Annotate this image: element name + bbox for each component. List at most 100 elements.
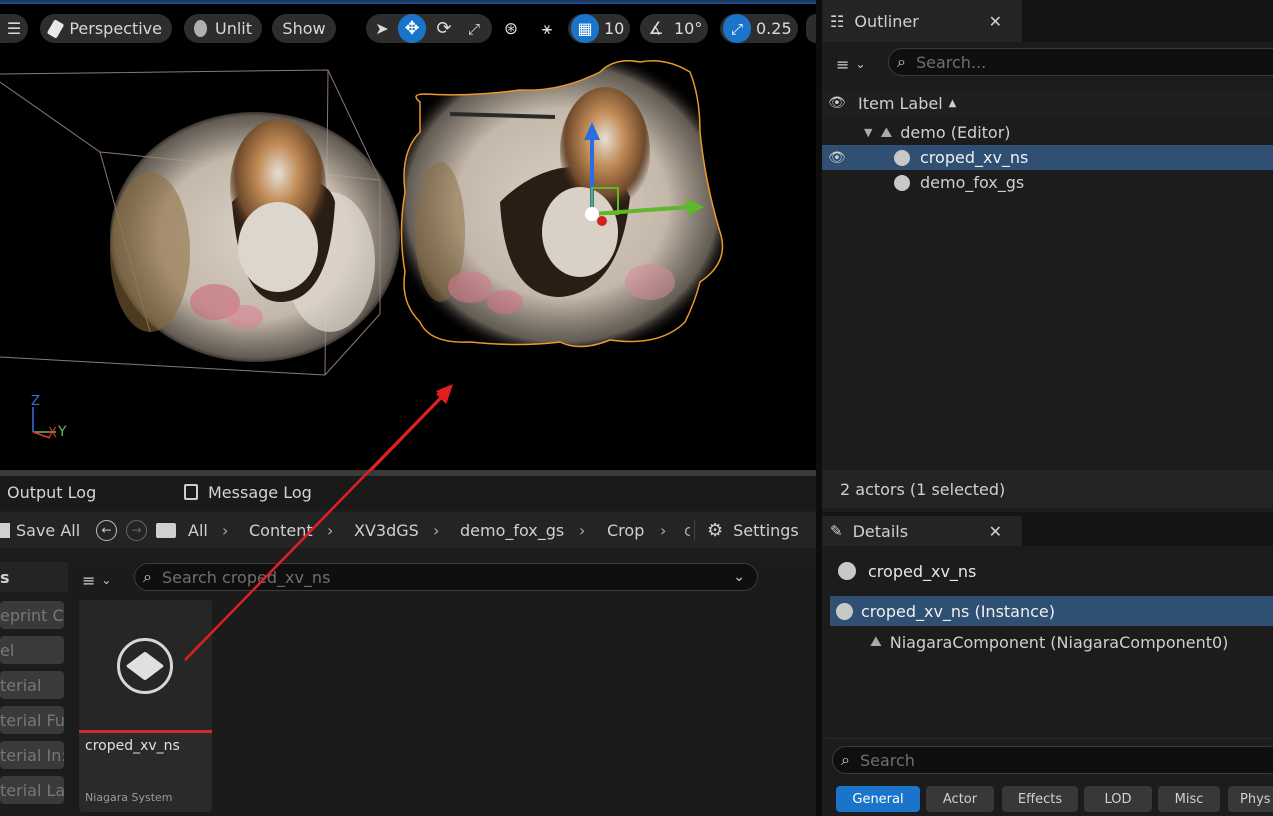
filter-material-function[interactable]: terial Fu	[0, 706, 64, 734]
settings-button[interactable]: ⚙ Settings	[707, 512, 799, 548]
component-child-label: NiagaraComponent (NiagaraComponent0)	[889, 632, 1229, 652]
outliner-column-header: 👁 Item Label ▲	[822, 90, 1273, 116]
save-all-label: Save All	[16, 520, 81, 540]
filter-tab-effects[interactable]: Effects	[1002, 786, 1078, 812]
camera-speed-button[interactable]	[806, 14, 816, 43]
browse-folders-button[interactable]	[156, 512, 176, 548]
asset-thumbnail	[79, 600, 212, 732]
outliner-filter-button[interactable]: ≡ ⌄	[836, 50, 878, 78]
filter-material-instance[interactable]: terial In:	[0, 741, 64, 769]
close-icon[interactable]: ✕	[989, 12, 1002, 31]
eye-icon[interactable]: 👁	[828, 95, 856, 111]
component-row[interactable]: ⛰ NiagaraComponent (NiagaraComponent0)	[822, 629, 1273, 655]
actor-icon	[894, 149, 910, 166]
eye-icon[interactable]: 👁	[828, 150, 894, 166]
filter-tab-general[interactable]: General	[836, 786, 920, 812]
chevron-right-icon: ›	[660, 520, 667, 540]
filter-blueprint-class[interactable]: eprint C	[0, 601, 64, 629]
filter-material-layer[interactable]: terial La	[0, 776, 64, 804]
fox-splat-left	[110, 112, 400, 362]
asset-search-input[interactable]: ⌕ Search croped_xv_ns ⌄	[134, 563, 758, 591]
level-viewport[interactable]: Z X Y ☰ Perspective Unlit Show ➤ ✥ ⟳ ⤢ ⊛…	[0, 0, 816, 470]
annotation-arrow	[369, 386, 452, 470]
viewport-menu-button[interactable]: ☰	[0, 14, 28, 43]
details-panel: ✎ Details ✕ croped_xv_ns croped_xv_ns (I…	[822, 516, 1273, 816]
asset-type: Niagara System	[85, 791, 173, 804]
niagara-system-icon	[117, 638, 173, 694]
save-all-button[interactable]: Save All	[0, 512, 80, 548]
outliner-row-selected[interactable]: 👁 croped_xv_ns	[822, 145, 1273, 170]
details-search-input[interactable]: ⌕ Search	[832, 746, 1273, 774]
close-icon[interactable]: ✕	[989, 522, 1002, 541]
back-arrow-icon: ←	[96, 519, 117, 541]
axis-x-label: X	[48, 426, 57, 441]
forward-button[interactable]: →	[126, 512, 147, 548]
scale-snap-icon: ⤢	[730, 19, 743, 38]
filter-icon: ≡	[836, 54, 850, 74]
tab-details[interactable]: ✎ Details ✕	[822, 516, 1022, 546]
grid-snap-toggle[interactable]: ▦	[571, 14, 599, 43]
filter-level[interactable]: el	[0, 636, 64, 664]
rotate-tool-button[interactable]: ⟳	[430, 14, 458, 43]
rotation-snap-value[interactable]: 10°	[674, 19, 702, 38]
filter-material[interactable]: terial	[0, 671, 64, 699]
filter-tab-misc[interactable]: Misc	[1158, 786, 1220, 812]
tab-outliner[interactable]: ☷ Outliner ✕	[822, 0, 1022, 42]
tab-output-log[interactable]: Output Log	[7, 476, 96, 508]
details-actor-name[interactable]: croped_xv_ns	[868, 562, 976, 581]
show-button[interactable]: Show	[272, 14, 336, 43]
snap-icon: ⚹	[541, 18, 553, 39]
scale-tool-button[interactable]: ⤢	[460, 14, 488, 43]
move-tool-button[interactable]: ✥	[398, 14, 426, 43]
breadcrumb-xv3dgs[interactable]: XV3dGS	[354, 512, 419, 548]
details-tab-bar: ✎ Details ✕	[822, 516, 1273, 546]
view-lighting-button[interactable]: Unlit	[184, 14, 262, 43]
chevron-down-icon: ⌄	[101, 573, 112, 587]
expand-arrow-icon[interactable]: ▼	[864, 126, 872, 139]
grid-icon: ▦	[577, 19, 593, 38]
asset-type-color-bar	[79, 730, 212, 733]
breadcrumb-content[interactable]: Content	[249, 512, 313, 548]
actor-icon	[836, 602, 853, 620]
outliner-icon: ☷	[830, 11, 845, 31]
filter-dropdown-button[interactable]: ≡ ⌄	[82, 566, 124, 594]
rotation-snap-toggle[interactable]: ∡	[642, 14, 670, 43]
filter-tab-actor[interactable]: Actor	[926, 786, 994, 812]
outliner-row[interactable]: demo_fox_gs	[822, 170, 1273, 195]
select-tool-button[interactable]: ➤	[368, 14, 396, 43]
scale-snap-toggle[interactable]: ⤢	[723, 14, 751, 43]
filter-tab-lod[interactable]: LOD	[1084, 786, 1152, 812]
breadcrumb-demo-fox-gs[interactable]: demo_fox_gs	[460, 512, 564, 548]
angle-icon: ∡	[648, 18, 664, 39]
back-button[interactable]: ←	[96, 512, 117, 548]
chevron-down-icon[interactable]: ⌄	[733, 569, 745, 585]
outliner-status-bar: 2 actors (1 selected)	[822, 470, 1273, 508]
tab-message-log[interactable]: Message Log	[184, 476, 312, 508]
pivot-button[interactable]: ⊛	[497, 14, 525, 43]
chevron-right-icon: ›	[579, 520, 586, 540]
component-row-instance[interactable]: croped_xv_ns (Instance)	[830, 596, 1273, 626]
sphere-icon	[194, 20, 207, 37]
details-divider	[826, 738, 1273, 739]
breadcrumb-crop[interactable]: Crop	[607, 512, 644, 548]
scale-snap-value[interactable]: 0.25	[756, 19, 792, 38]
gear-icon: ⚙	[707, 519, 724, 541]
forward-arrow-icon: →	[126, 519, 147, 541]
breadcrumb-overflow[interactable]: c	[684, 512, 690, 548]
filter-tab-physics[interactable]: Phys	[1228, 786, 1273, 812]
actor-icon	[838, 562, 856, 580]
perspective-button[interactable]: Perspective	[40, 14, 172, 43]
outliner-search-input[interactable]: ⌕ Search...	[888, 48, 1273, 76]
move-icon: ✥	[404, 18, 420, 39]
message-log-label: Message Log	[208, 482, 312, 502]
item-label-header[interactable]: Item Label	[858, 94, 943, 113]
sort-ascending-icon[interactable]: ▲	[949, 98, 957, 109]
message-log-icon	[184, 484, 198, 500]
surface-snap-button[interactable]: ⚹	[533, 14, 561, 43]
outliner-row-world[interactable]: ▼ ⛰ demo (Editor)	[822, 120, 1273, 145]
asset-tile[interactable]: croped_xv_ns Niagara System	[79, 600, 212, 812]
settings-label: Settings	[733, 520, 799, 540]
hamburger-icon: ☰	[6, 19, 22, 38]
grid-snap-value[interactable]: 10	[604, 19, 624, 38]
breadcrumb-all[interactable]: All	[188, 512, 208, 548]
